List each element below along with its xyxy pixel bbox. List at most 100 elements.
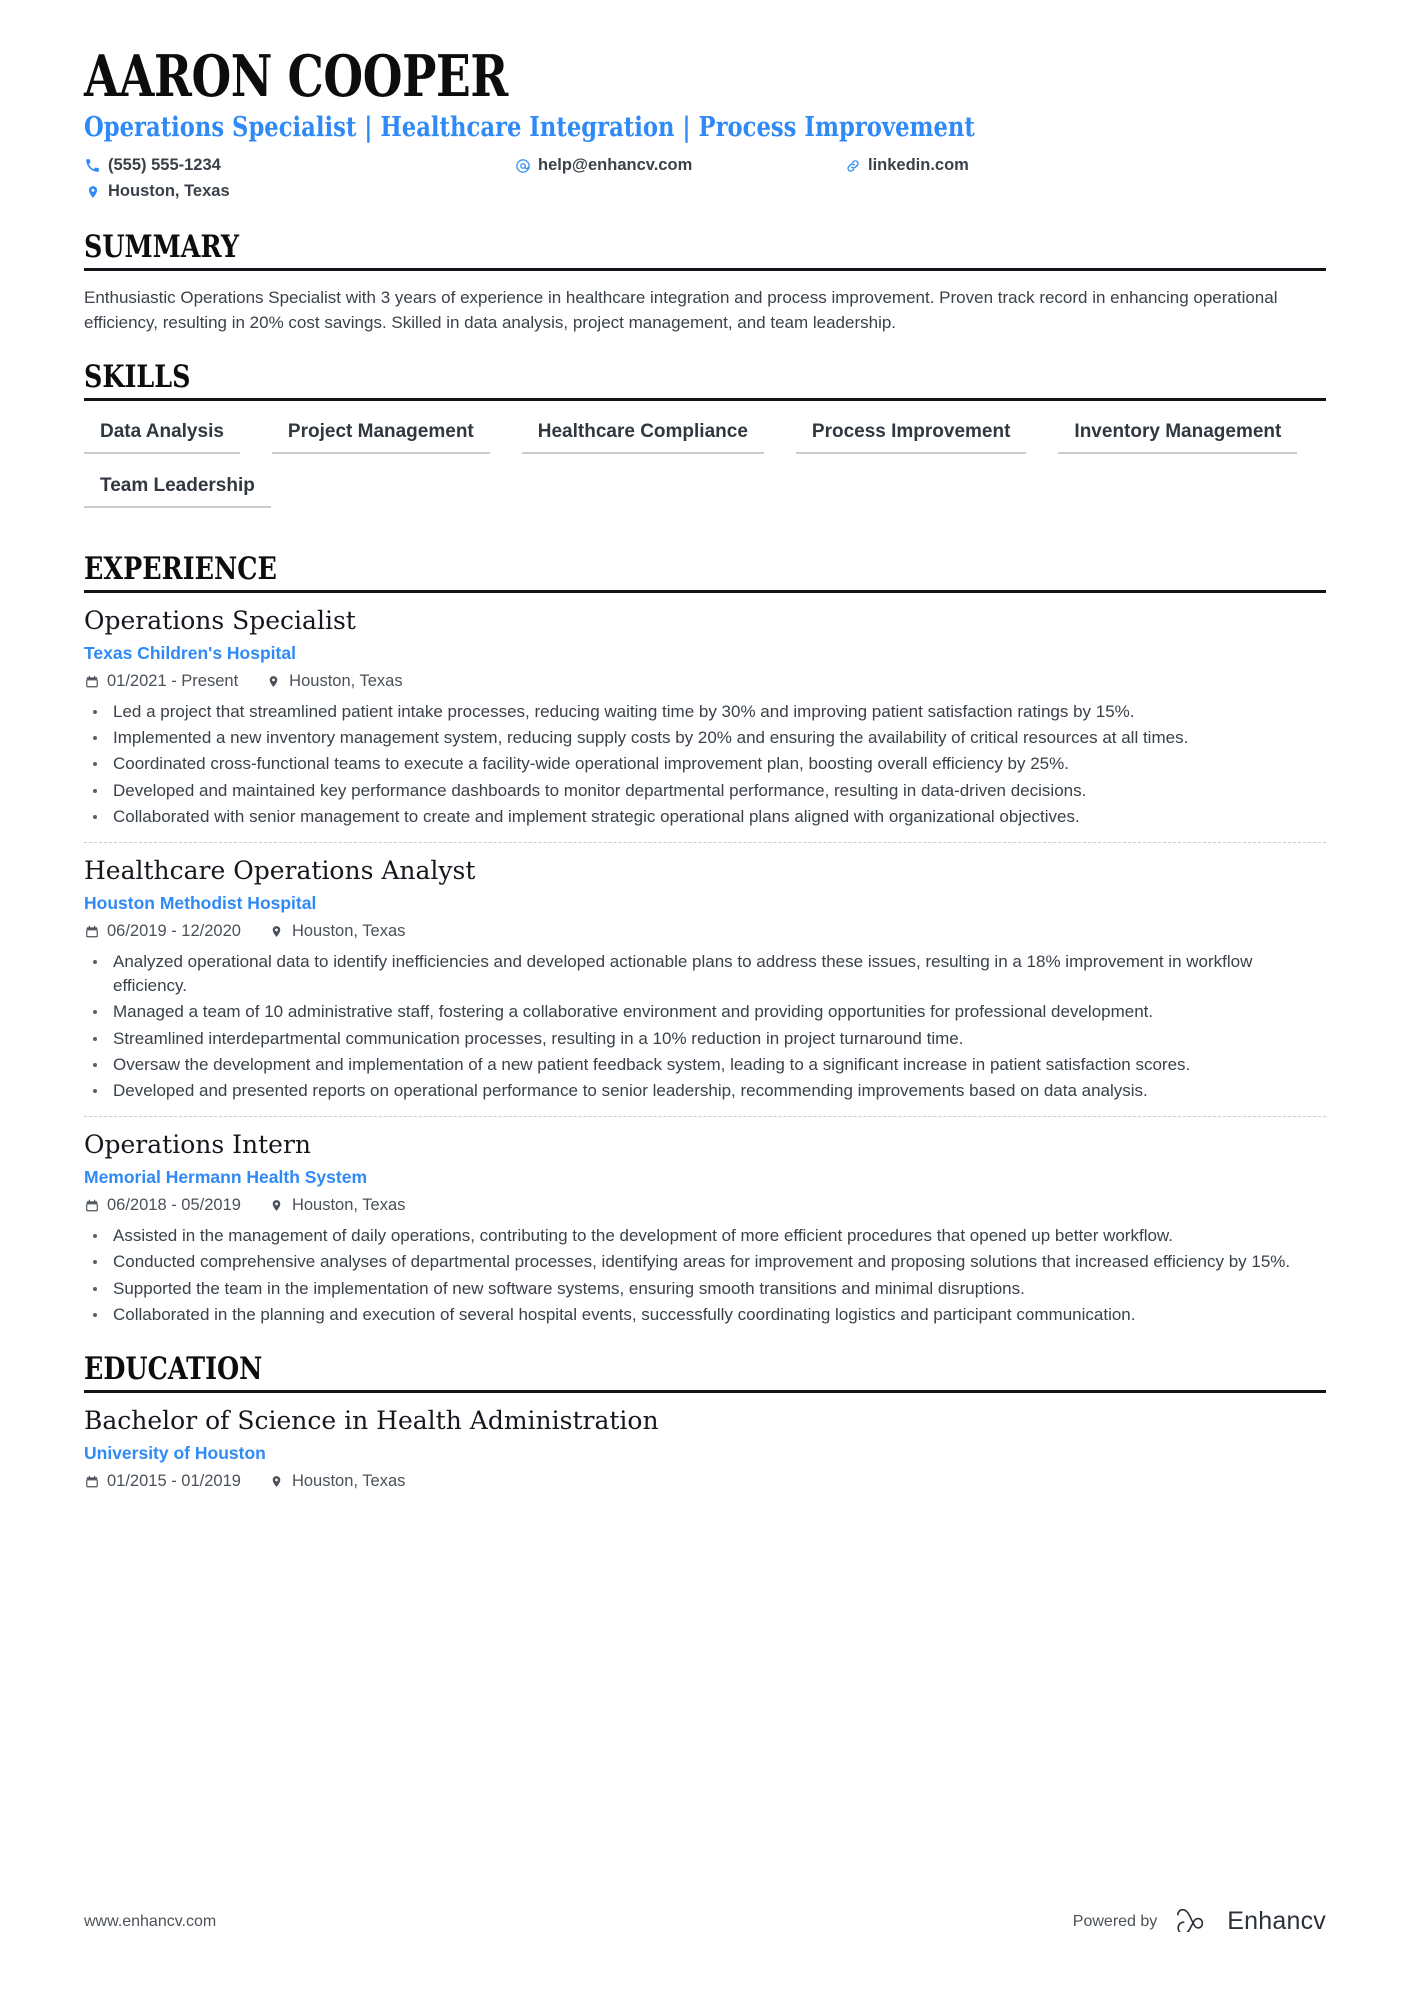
phone-icon — [84, 157, 101, 174]
experience-dates-text: 01/2021 - Present — [107, 671, 239, 690]
experience-meta: 06/2018 - 05/2019 Houston, Texas — [84, 1196, 1326, 1215]
location-icon — [266, 673, 281, 689]
candidate-name: AARON COOPER — [84, 43, 508, 110]
experience-role: Operations Specialist — [84, 606, 356, 636]
bullet-item: Implemented a new inventory management s… — [84, 726, 1326, 750]
enhancv-logo: Enhancv — [1175, 1906, 1326, 1937]
education-dates-text: 01/2015 - 01/2019 — [107, 1471, 241, 1490]
education-item: Bachelor of Science in Health Administra… — [84, 1393, 1326, 1491]
enhancv-wordmark: Enhancv — [1227, 1907, 1326, 1935]
skill-chip: Team Leadership — [84, 473, 271, 509]
experience-meta: 06/2019 - 12/2020 Houston, Texas — [84, 922, 1326, 941]
footer-brand-block: Powered by Enhancv — [1073, 1906, 1326, 1937]
section-experience: EXPERIENCE Operations Specialist Texas C… — [84, 553, 1326, 1327]
summary-text: Enthusiastic Operations Specialist with … — [84, 287, 1278, 332]
bullet-item: Conducted comprehensive analyses of depa… — [84, 1250, 1326, 1274]
bullet-item: Led a project that streamlined patient i… — [84, 700, 1326, 724]
powered-by-label: Powered by — [1072, 1912, 1158, 1930]
section-skills: SKILLS Data Analysis Project Management … — [84, 361, 1326, 527]
calendar-icon — [84, 1197, 99, 1213]
education-section-title: EDUCATION — [84, 1351, 263, 1388]
education-meta: 01/2015 - 01/2019 Houston, Texas — [84, 1472, 1326, 1491]
experience-dates: 01/2021 - Present — [84, 672, 238, 691]
skill-chip: Project Management — [271, 419, 490, 455]
page-footer: www.enhancv.com Powered by Enhancv — [84, 1906, 1326, 1937]
experience-item: Operations Specialist Texas Children's H… — [84, 593, 1326, 829]
experience-location-text: Houston, Texas — [291, 1195, 406, 1214]
bullet-item: Streamlined interdepartmental communicat… — [84, 1027, 1326, 1051]
contact-linkedin[interactable]: linkedin.com — [844, 156, 969, 175]
contact-row-secondary: Houston, Texas — [84, 179, 1326, 205]
section-education: EDUCATION Bachelor of Science in Health … — [84, 1353, 1326, 1490]
experience-bullets: Led a project that streamlined patient i… — [84, 700, 1326, 829]
experience-location: Houston, Texas — [269, 1196, 405, 1215]
experience-dates: 06/2018 - 05/2019 — [84, 1196, 241, 1215]
link-icon — [844, 157, 861, 174]
experience-location-text: Houston, Texas — [291, 921, 406, 940]
experience-role: Operations Intern — [84, 1130, 311, 1160]
location-icon — [84, 183, 101, 200]
skill-chip: Process Improvement — [795, 419, 1027, 455]
experience-company[interactable]: Memorial Hermann Health System — [84, 1167, 1326, 1188]
bullet-item: Analyzed operational data to identify in… — [84, 950, 1326, 999]
experience-company[interactable]: Texas Children's Hospital — [84, 643, 1326, 664]
calendar-icon — [84, 1473, 99, 1489]
education-location: Houston, Texas — [269, 1472, 405, 1491]
bullet-item: Supported the team in the implementation… — [84, 1277, 1326, 1301]
experience-item: Healthcare Operations Analyst Houston Me… — [84, 842, 1326, 1103]
email-icon — [514, 157, 531, 174]
summary-section-title: SUMMARY — [84, 228, 240, 265]
contact-linkedin-text: linkedin.com — [868, 156, 969, 175]
section-summary: SUMMARY Enthusiastic Operations Speciali… — [84, 231, 1326, 335]
enhancv-mark-icon — [1175, 1906, 1217, 1937]
experience-location-text: Houston, Texas — [289, 671, 403, 690]
bullet-item: Developed and presented reports on opera… — [84, 1079, 1326, 1103]
experience-location: Houston, Texas — [269, 922, 405, 941]
skills-section-title: SKILLS — [84, 359, 191, 396]
bullet-item: Coordinated cross-functional teams to ex… — [84, 752, 1326, 776]
experience-dates-text: 06/2019 - 12/2020 — [107, 921, 241, 940]
calendar-icon — [84, 923, 99, 939]
resume-header: AARON COOPER Operations Specialist | Hea… — [84, 0, 1326, 205]
resume-page: AARON COOPER Operations Specialist | Hea… — [0, 0, 1410, 1995]
contact-phone[interactable]: (555) 555-1234 — [84, 156, 514, 175]
experience-bullets: Assisted in the management of daily oper… — [84, 1224, 1326, 1327]
bullet-item: Collaborated with senior management to c… — [84, 805, 1326, 829]
experience-dates: 06/2019 - 12/2020 — [84, 922, 241, 941]
experience-dates-text: 06/2018 - 05/2019 — [107, 1195, 241, 1214]
contact-phone-text: (555) 555-1234 — [108, 156, 221, 175]
contact-email[interactable]: help@enhancv.com — [514, 156, 844, 175]
bullet-item: Developed and maintained key performance… — [84, 779, 1326, 803]
footer-url[interactable]: www.enhancv.com — [84, 1913, 216, 1931]
contact-block: (555) 555-1234 help@enhancv.com linkedin… — [84, 153, 1326, 205]
education-location-text: Houston, Texas — [291, 1471, 406, 1490]
contact-location: Houston, Texas — [84, 182, 514, 201]
experience-item: Operations Intern Memorial Hermann Healt… — [84, 1116, 1326, 1327]
bullet-item: Collaborated in the planning and executi… — [84, 1303, 1326, 1327]
education-school[interactable]: University of Houston — [84, 1443, 1326, 1464]
bullet-item: Oversaw the development and implementati… — [84, 1053, 1326, 1077]
skill-chip: Data Analysis — [84, 419, 240, 455]
contact-row-primary: (555) 555-1234 help@enhancv.com linkedin… — [84, 153, 1326, 179]
experience-section-title: EXPERIENCE — [84, 551, 277, 588]
location-icon — [269, 923, 284, 939]
summary-section-rule — [84, 267, 1326, 271]
bullet-item: Assisted in the management of daily oper… — [84, 1224, 1326, 1248]
contact-email-text: help@enhancv.com — [538, 156, 693, 175]
education-dates: 01/2015 - 01/2019 — [84, 1472, 241, 1491]
contact-location-text: Houston, Texas — [108, 182, 230, 201]
calendar-icon — [84, 673, 99, 689]
skills-section-rule — [84, 398, 1326, 402]
experience-bullets: Analyzed operational data to identify in… — [84, 950, 1326, 1104]
candidate-headline: Operations Specialist | Healthcare Integ… — [84, 112, 975, 144]
experience-location: Houston, Texas — [266, 671, 403, 691]
location-icon — [269, 1197, 284, 1213]
skill-chip: Healthcare Compliance — [521, 419, 764, 455]
experience-company[interactable]: Houston Methodist Hospital — [84, 893, 1326, 914]
skill-chip: Inventory Management — [1058, 419, 1298, 455]
skills-list: Data Analysis Project Management Healthc… — [84, 419, 1326, 527]
bullet-item: Managed a team of 10 administrative staf… — [84, 1000, 1326, 1024]
education-degree: Bachelor of Science in Health Administra… — [84, 1406, 659, 1435]
location-icon — [269, 1473, 284, 1489]
experience-role: Healthcare Operations Analyst — [84, 856, 476, 886]
